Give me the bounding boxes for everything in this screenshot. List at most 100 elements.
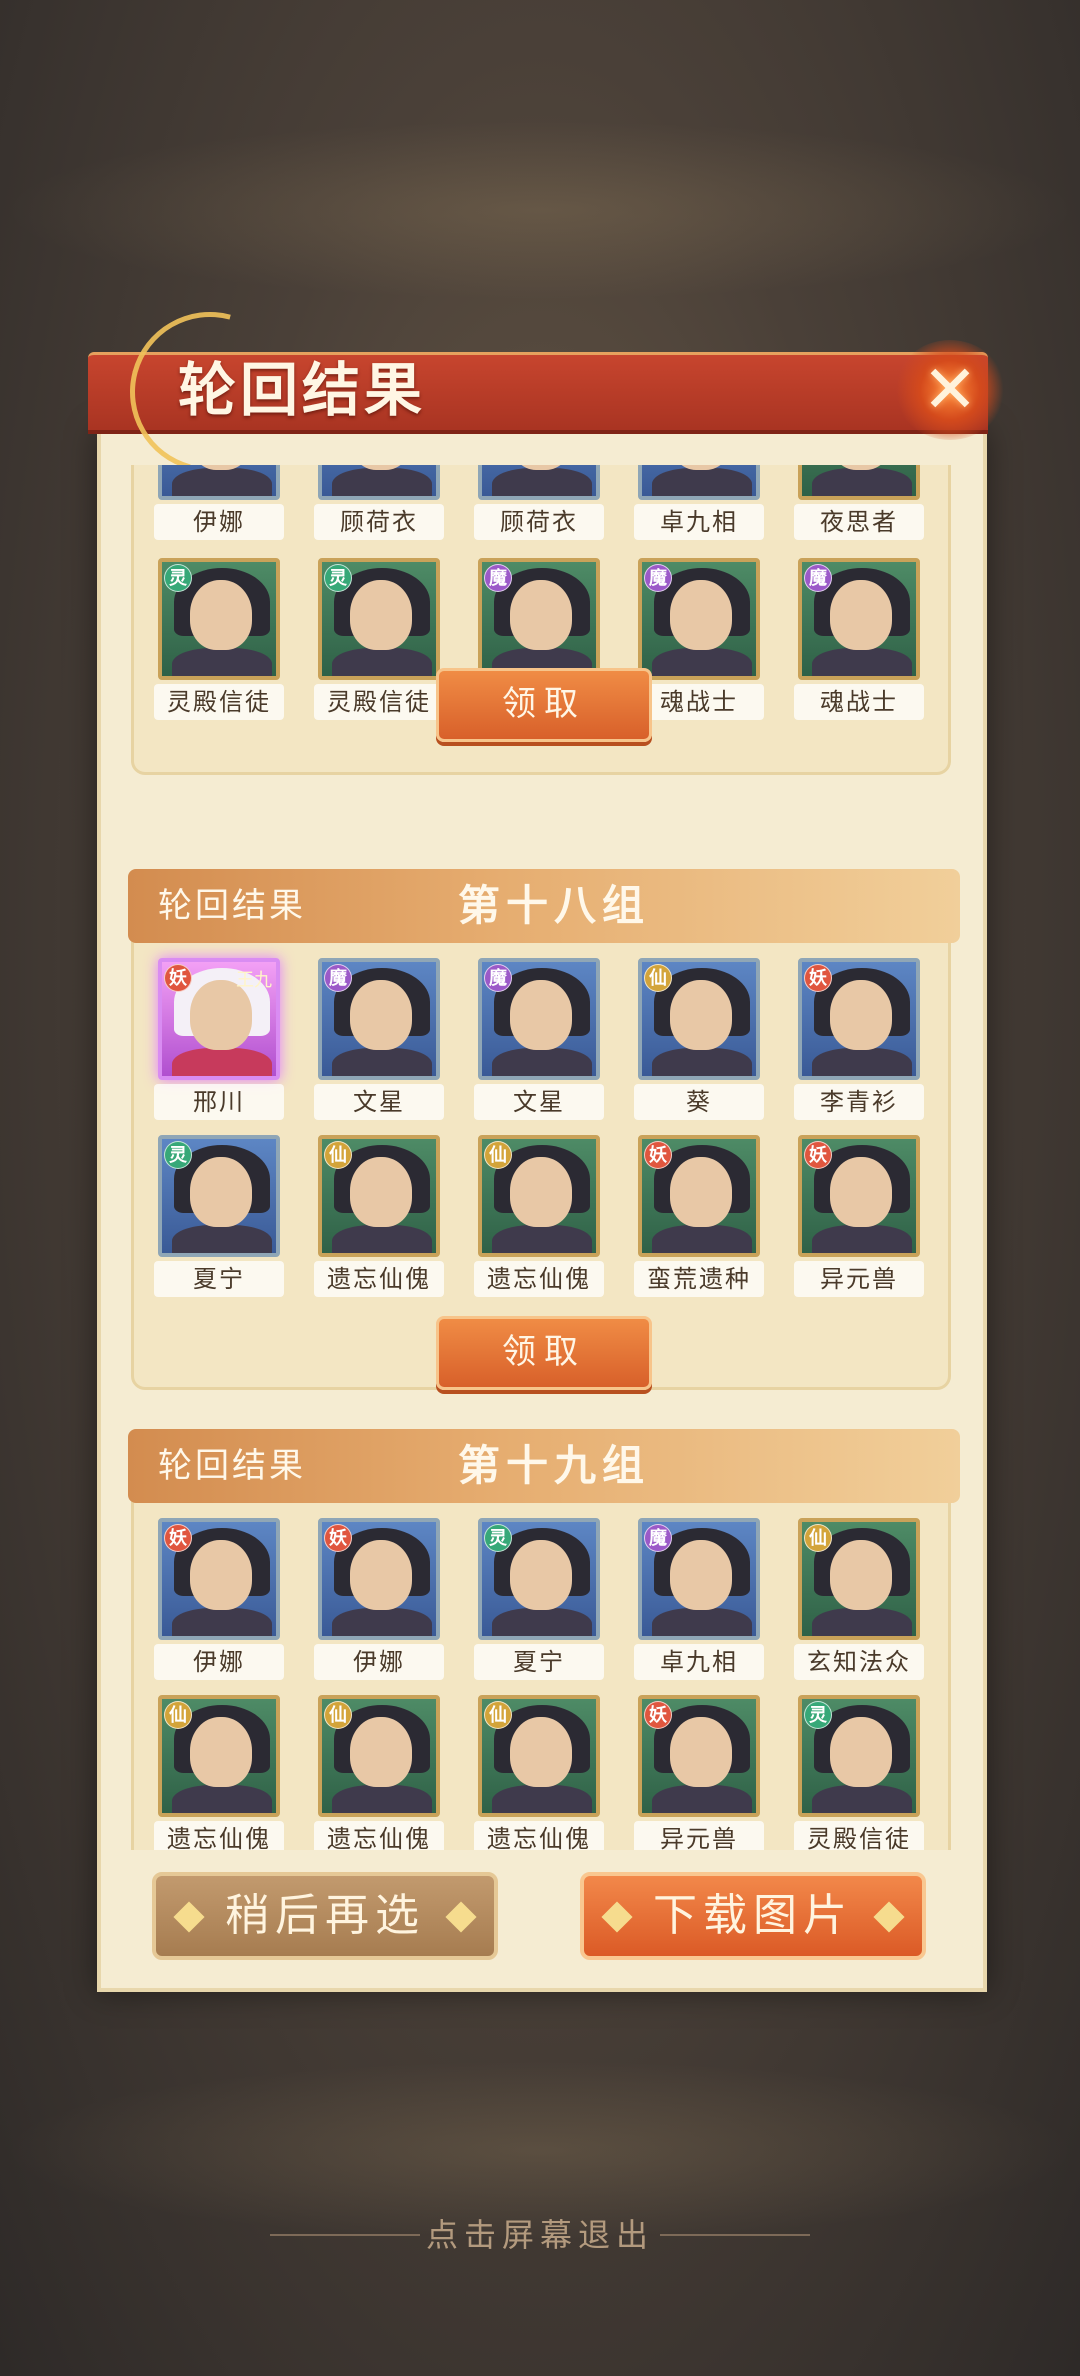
faction-badge: 灵 — [804, 1701, 832, 1729]
character-card[interactable]: 妖异元兽 — [634, 1695, 764, 1850]
portrait-body — [172, 648, 272, 676]
character-name: 顾荷衣 — [314, 504, 444, 540]
faction-badge: 妖 — [164, 964, 192, 992]
character-card[interactable]: 顾荷衣 — [474, 465, 604, 548]
portrait-body — [332, 468, 432, 496]
character-card[interactable]: 仙遗忘仙傀 — [474, 1695, 604, 1850]
character-portrait: 灵 — [318, 558, 440, 680]
portrait-face — [510, 1157, 572, 1227]
character-card[interactable]: 灵夏宁 — [474, 1518, 604, 1688]
character-portrait: 魔 — [638, 558, 760, 680]
portrait-face — [190, 1540, 252, 1610]
character-card[interactable]: 妖伊娜 — [314, 1518, 444, 1688]
portrait-face — [510, 1717, 572, 1787]
character-card[interactable]: 仙遗忘仙傀 — [154, 1695, 284, 1850]
character-portrait: 妖 — [798, 958, 920, 1080]
character-name: 魂战士 — [794, 684, 924, 720]
portrait-body — [652, 1048, 752, 1076]
portrait-body — [172, 1225, 272, 1253]
character-name: 葵 — [634, 1084, 764, 1120]
character-card[interactable]: 妖伊娜 — [154, 1518, 284, 1688]
faction-badge: 妖 — [164, 1524, 192, 1552]
character-name: 遗忘仙傀 — [314, 1821, 444, 1850]
character-card[interactable]: 妖 王九 邢川 — [154, 958, 284, 1128]
portrait-body — [172, 1048, 272, 1076]
character-name: 遗忘仙傀 — [474, 1261, 604, 1297]
character-name: 伊娜 — [154, 504, 284, 540]
character-name: 灵殿信徒 — [154, 684, 284, 720]
character-card[interactable]: 卓九相 — [634, 465, 764, 548]
group-header: 轮回结果 第十八组 — [128, 869, 960, 943]
character-portrait: 魔 — [638, 1518, 760, 1640]
character-portrait: 仙 — [798, 1518, 920, 1640]
character-card[interactable]: 魔魂战士 — [634, 558, 764, 728]
character-card[interactable]: 妖异元兽 — [794, 1135, 924, 1305]
character-card[interactable]: 伊娜 — [154, 465, 284, 548]
portrait-face — [830, 1540, 892, 1610]
claim-button[interactable]: 领取 — [436, 1316, 652, 1390]
character-portrait: 妖 — [158, 1518, 280, 1640]
choose-later-button[interactable]: 稍后再选 — [152, 1872, 498, 1960]
character-name: 遗忘仙傀 — [474, 1821, 604, 1850]
character-name: 文星 — [474, 1084, 604, 1120]
portrait-face — [510, 980, 572, 1050]
character-card[interactable]: 灵灵殿信徒 — [314, 558, 444, 728]
character-name: 异元兽 — [634, 1821, 764, 1850]
portrait-face — [510, 1540, 572, 1610]
portrait-body — [172, 1608, 272, 1636]
character-card[interactable]: 魔文星 — [474, 958, 604, 1128]
character-card[interactable]: 灵灵殿信徒 — [794, 1695, 924, 1850]
character-portrait: 魔 — [318, 958, 440, 1080]
portrait-face — [350, 580, 412, 650]
character-card[interactable]: 仙遗忘仙傀 — [314, 1135, 444, 1305]
group-header: 轮回结果 第十九组 — [128, 1429, 960, 1503]
faction-badge: 妖 — [644, 1701, 672, 1729]
faction-badge: 妖 — [804, 964, 832, 992]
download-image-button[interactable]: 下载图片 — [580, 1872, 926, 1960]
portrait-body — [652, 1225, 752, 1253]
character-portrait — [158, 465, 280, 500]
portrait-face — [670, 980, 732, 1050]
character-name: 伊娜 — [314, 1644, 444, 1680]
faction-badge: 灵 — [484, 1524, 512, 1552]
character-name: 李青衫 — [794, 1084, 924, 1120]
tap-to-exit-hint[interactable]: 点击屏幕退出 — [0, 2210, 1080, 2260]
character-card[interactable]: 仙玄知法众 — [794, 1518, 924, 1688]
faction-badge: 妖 — [644, 1141, 672, 1169]
group-number: 第十八组 — [458, 881, 651, 930]
portrait-body — [652, 1608, 752, 1636]
close-icon: ✕ — [922, 351, 978, 428]
character-card[interactable]: 灵夏宁 — [154, 1135, 284, 1305]
character-portrait: 灵 — [798, 1695, 920, 1817]
character-name: 灵殿信徒 — [314, 684, 444, 720]
close-button[interactable]: ✕ — [895, 340, 1005, 440]
character-card[interactable]: 魔魂战士 — [794, 558, 924, 728]
character-card[interactable]: 灵灵殿信徒 — [154, 558, 284, 728]
character-card[interactable]: 顾荷衣 — [314, 465, 444, 548]
claim-button[interactable]: 领取 — [436, 668, 652, 742]
choose-later-label: 稍后再选 — [225, 1890, 425, 1941]
character-card[interactable]: 魔文星 — [314, 958, 444, 1128]
character-portrait — [478, 465, 600, 500]
character-card[interactable]: 仙遗忘仙傀 — [474, 1135, 604, 1305]
results-scroll-area[interactable]: 伊娜顾荷衣顾荷衣卓九相夜思者灵灵殿信徒灵灵殿信徒魔邪骸浪人魔魂战士魔魂战士领取轮… — [101, 465, 983, 1850]
portrait-face — [670, 580, 732, 650]
faction-badge: 妖 — [804, 1141, 832, 1169]
portrait-body — [652, 1785, 752, 1813]
character-card[interactable]: 妖蛮荒遗种 — [634, 1135, 764, 1305]
portrait-body — [492, 1048, 592, 1076]
character-card[interactable]: 仙葵 — [634, 958, 764, 1128]
character-card[interactable]: 妖李青衫 — [794, 958, 924, 1128]
portrait-face — [830, 580, 892, 650]
faction-badge: 仙 — [484, 1701, 512, 1729]
group-header-label: 轮回结果 — [158, 1446, 306, 1486]
character-card[interactable]: 夜思者 — [794, 465, 924, 548]
character-card[interactable]: 仙遗忘仙傀 — [314, 1695, 444, 1850]
portrait-face — [350, 1540, 412, 1610]
character-portrait: 妖 — [638, 1135, 760, 1257]
portrait-body — [812, 1608, 912, 1636]
character-card[interactable]: 魔卓九相 — [634, 1518, 764, 1688]
character-portrait: 魔 — [798, 558, 920, 680]
character-name: 卓九相 — [634, 504, 764, 540]
portrait-face — [350, 1157, 412, 1227]
